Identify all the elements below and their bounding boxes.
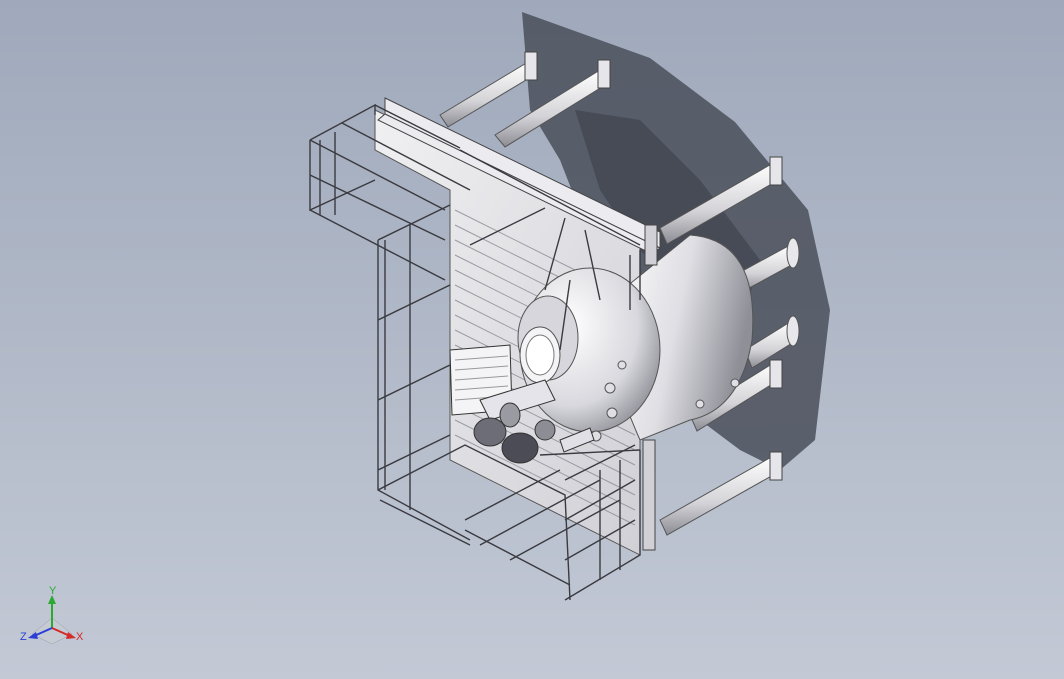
y-axis-label: Y xyxy=(49,586,57,597)
z-axis-label: Z xyxy=(20,631,27,643)
x-axis-label: X xyxy=(76,631,84,643)
axis-triad: Y X Z xyxy=(20,586,84,645)
model-view[interactable] xyxy=(0,0,1064,679)
cad-viewport[interactable]: Y X Z xyxy=(0,0,1064,679)
